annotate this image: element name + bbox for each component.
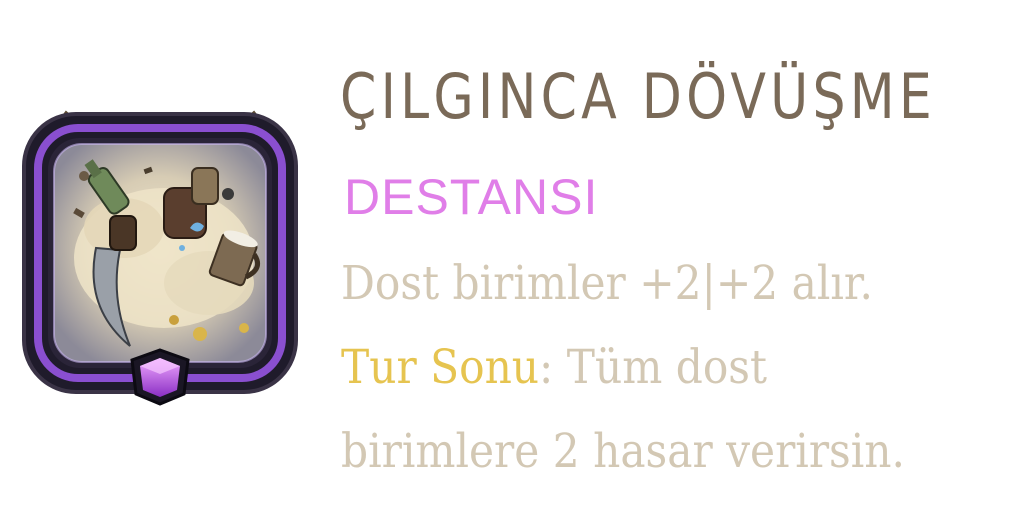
card-rarity-label: DESTANSI xyxy=(344,169,599,225)
epic-gem-icon xyxy=(130,348,190,406)
brawl-artwork-icon xyxy=(22,110,298,406)
card-description-line-1: Dost birimler +2|+2 alır. xyxy=(341,256,873,311)
card-tooltip: ÇILGINCA DÖVÜŞME DESTANSI Dost birimler … xyxy=(0,0,1024,512)
card-description-line-2-text: : Tüm dost xyxy=(539,340,768,395)
card-description-line-3: birimlere 2 hasar verirsin. xyxy=(341,424,905,479)
card-art-frame xyxy=(14,98,306,408)
card-title: ÇILGINCA DÖVÜŞME xyxy=(340,60,936,133)
card-description-line-2: Tur Sonu: Tüm dost xyxy=(341,344,767,391)
keyword-round-end: Tur Sonu xyxy=(341,340,540,395)
